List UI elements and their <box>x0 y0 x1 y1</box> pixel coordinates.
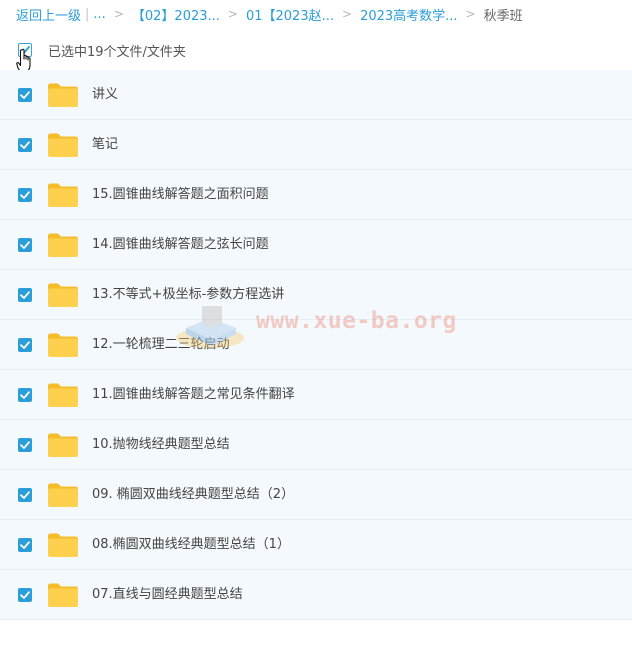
folder-icon <box>48 183 78 207</box>
folder-icon <box>48 583 78 607</box>
folder-name[interactable]: 讲义 <box>92 70 118 120</box>
list-item[interactable]: 07.直线与圆经典题型总结 <box>0 570 632 620</box>
folder-name[interactable]: 09. 椭圆双曲线经典题型总结（2） <box>92 470 294 520</box>
list-item[interactable]: 12.一轮梳理二三轮启动 <box>0 320 632 370</box>
list-item[interactable]: 讲义 <box>0 70 632 120</box>
folder-name[interactable]: 15.圆锥曲线解答题之面积问题 <box>92 170 269 220</box>
breadcrumb-separator: > <box>227 7 238 21</box>
breadcrumb-item-1[interactable]: 【02】2023... <box>132 5 220 24</box>
row-checkbox[interactable] <box>18 438 32 452</box>
folder-name[interactable]: 14.圆锥曲线解答题之弦长问题 <box>92 220 269 270</box>
selection-count-label: 已选中19个文件/文件夹 <box>48 44 186 60</box>
folder-icon <box>48 533 78 557</box>
list-item[interactable]: 14.圆锥曲线解答题之弦长问题 <box>0 220 632 270</box>
breadcrumb-divider: | <box>85 6 90 22</box>
folder-icon <box>48 483 78 507</box>
folder-icon <box>48 133 78 157</box>
row-checkbox[interactable] <box>18 188 32 202</box>
checked-checkbox-icon <box>18 588 32 602</box>
folder-name[interactable]: 12.一轮梳理二三轮启动 <box>92 320 230 370</box>
list-item[interactable]: 08.椭圆双曲线经典题型总结（1） <box>0 520 632 570</box>
checked-checkbox-icon <box>18 488 32 502</box>
checked-checkbox-icon <box>18 438 32 452</box>
checked-checkbox-icon <box>18 538 32 552</box>
row-checkbox[interactable] <box>18 288 32 302</box>
file-list: 讲义 笔记 15.圆锥曲线解答题之面积问题 14.圆锥曲线解答题之弦长问题 13.不等式… <box>0 70 632 620</box>
checked-checkbox-icon <box>18 138 32 152</box>
row-checkbox[interactable] <box>18 538 32 552</box>
row-checkbox[interactable] <box>18 138 32 152</box>
back-link[interactable]: 返回上一级 <box>16 5 81 24</box>
folder-icon <box>48 383 78 407</box>
list-item[interactable]: 13.不等式+极坐标-参数方程选讲 <box>0 270 632 320</box>
folder-name[interactable]: 笔记 <box>92 120 118 170</box>
list-item[interactable]: 09. 椭圆双曲线经典题型总结（2） <box>0 470 632 520</box>
check-icon <box>20 46 30 54</box>
list-item[interactable]: 15.圆锥曲线解答题之面积问题 <box>0 170 632 220</box>
folder-name[interactable]: 13.不等式+极坐标-参数方程选讲 <box>92 270 284 320</box>
checked-checkbox-icon <box>18 288 32 302</box>
row-checkbox[interactable] <box>18 388 32 402</box>
row-checkbox[interactable] <box>18 588 32 602</box>
folder-name[interactable]: 07.直线与圆经典题型总结 <box>92 570 243 620</box>
breadcrumb-item-3[interactable]: 2023高考数学... <box>360 5 457 24</box>
checked-checkbox-icon <box>18 188 32 202</box>
list-item[interactable]: 笔记 <box>0 120 632 170</box>
breadcrumb-current: 秋季班 <box>483 8 523 24</box>
list-item[interactable]: 10.抛物线经典题型总结 <box>0 420 632 470</box>
breadcrumb-separator: > <box>113 7 124 21</box>
list-item[interactable]: 11.圆锥曲线解答题之常见条件翻译 <box>0 370 632 420</box>
folder-icon <box>48 333 78 357</box>
row-checkbox[interactable] <box>18 488 32 502</box>
select-all-row: 已选中19个文件/文件夹 <box>0 32 632 68</box>
breadcrumb-separator: > <box>465 7 476 21</box>
row-checkbox[interactable] <box>18 338 32 352</box>
breadcrumb-ellipsis[interactable]: ... <box>93 7 105 22</box>
checked-checkbox-icon <box>18 338 32 352</box>
breadcrumb-item-2[interactable]: 01【2023赵... <box>246 5 334 24</box>
folder-icon <box>48 83 78 107</box>
checked-checkbox-icon <box>18 238 32 252</box>
folder-name[interactable]: 11.圆锥曲线解答题之常见条件翻译 <box>92 370 295 420</box>
folder-icon <box>48 433 78 457</box>
folder-icon <box>48 233 78 257</box>
row-checkbox[interactable] <box>18 238 32 252</box>
breadcrumb-separator: > <box>342 7 353 21</box>
folder-name[interactable]: 10.抛物线经典题型总结 <box>92 420 230 470</box>
select-all-checkbox[interactable] <box>18 43 32 57</box>
folder-name[interactable]: 08.椭圆双曲线经典题型总结（1） <box>92 520 290 570</box>
folder-icon <box>48 283 78 307</box>
checked-checkbox-icon <box>18 388 32 402</box>
row-checkbox[interactable] <box>18 88 32 102</box>
breadcrumb: 返回上一级 | ... > 【02】2023... > 01【2023赵... … <box>0 0 632 28</box>
checked-checkbox-icon <box>18 88 32 102</box>
